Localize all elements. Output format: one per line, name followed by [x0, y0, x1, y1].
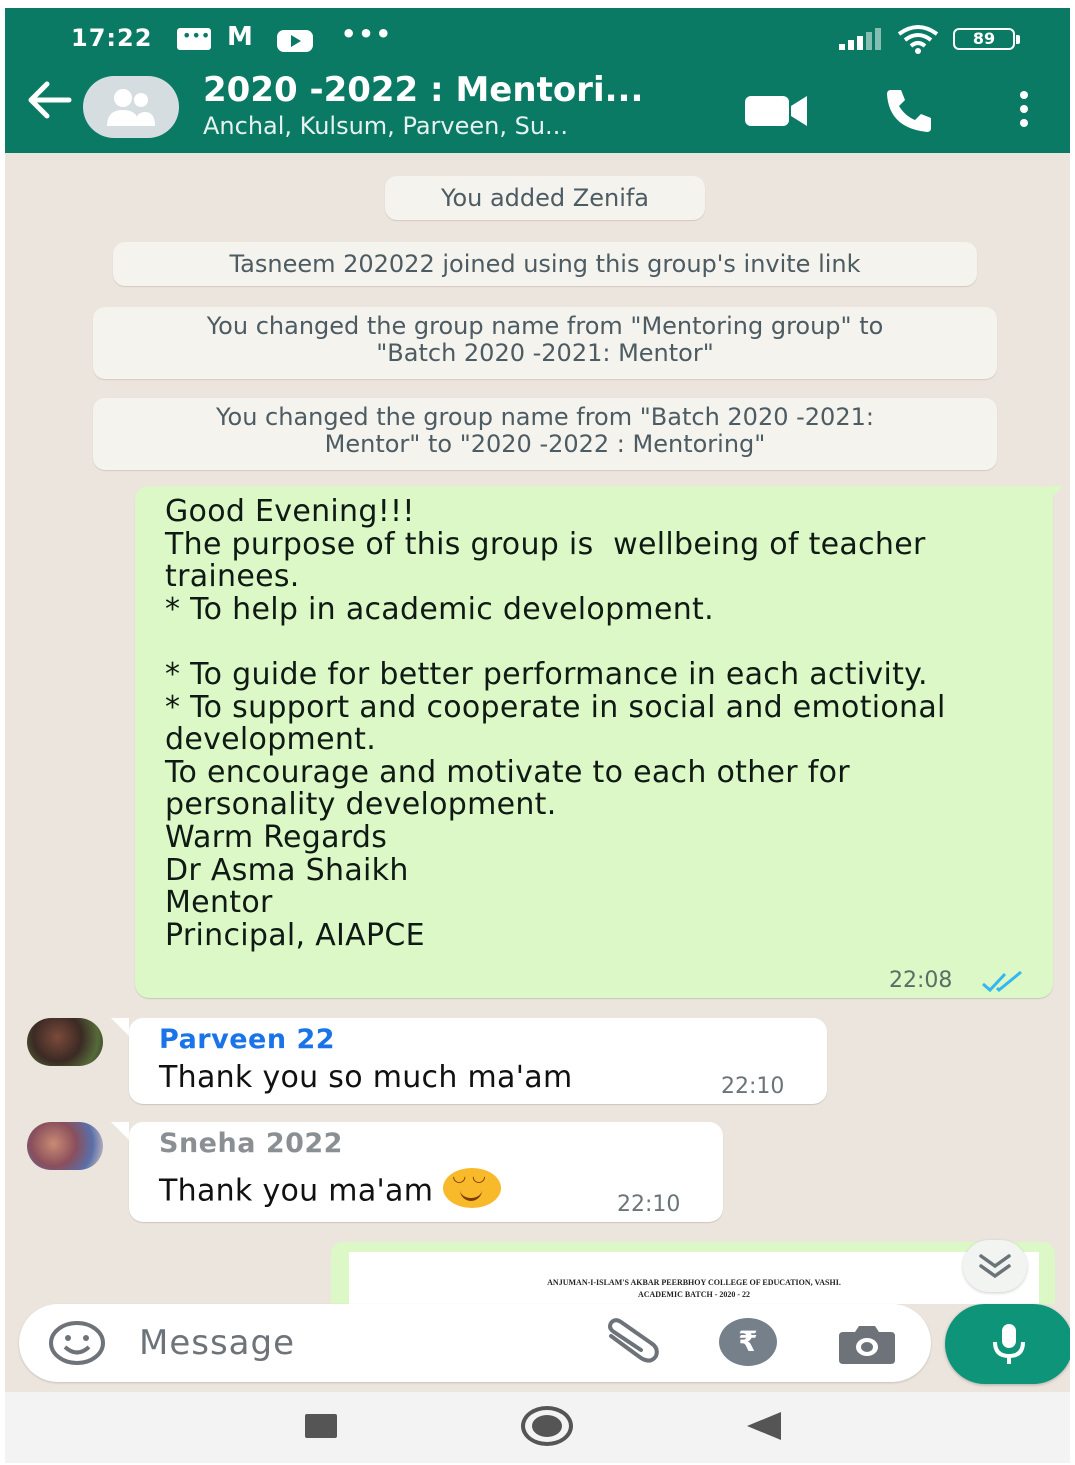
- app-header: 17:22 M ••• 89 2020 -2022 : Mentori... A…: [5, 8, 1070, 153]
- system-nav-bar: [5, 1392, 1070, 1463]
- system-message: You changed the group name from "Mentori…: [93, 307, 997, 379]
- voice-call-icon[interactable]: [883, 86, 935, 134]
- message-time: 22:10: [617, 1192, 681, 1217]
- chat-title[interactable]: 2020 -2022 : Mentori...: [203, 70, 643, 110]
- camera-icon[interactable]: [837, 1320, 897, 1366]
- arrow-left-icon[interactable]: [25, 80, 75, 130]
- message-text: Thank you so much ma'am: [159, 1060, 573, 1095]
- whatsapp-screen: 17:22 M ••• 89 2020 -2022 : Mentori... A…: [5, 8, 1070, 1463]
- message-text: Good Evening!!! The purpose of this grou…: [165, 494, 946, 953]
- more-vert-icon[interactable]: [1011, 88, 1037, 132]
- chat-participants[interactable]: Anchal, Kulsum, Parveen, Su...: [203, 112, 568, 140]
- more-notifications-icon: •••: [341, 20, 394, 48]
- outgoing-message[interactable]: Good Evening!!! The purpose of this grou…: [135, 486, 1053, 998]
- system-message: You changed the group name from "Batch 2…: [93, 398, 997, 470]
- message-composer: ₹: [19, 1304, 931, 1382]
- message-icon: [177, 26, 211, 50]
- document-heading: ANJUMAN-I-ISLAM'S AKBAR PEERBHOY COLLEGE…: [547, 1278, 841, 1287]
- incoming-message[interactable]: Parveen 22 Thank you so much ma'am 22:10: [129, 1018, 827, 1104]
- group-icon: [107, 89, 155, 126]
- message-input[interactable]: [139, 1316, 579, 1370]
- incoming-message[interactable]: Sneha 2022 Thank you ma'am 22:10: [129, 1122, 723, 1222]
- sender-name[interactable]: Sneha 2022: [159, 1128, 343, 1159]
- message-time: 22:08: [889, 968, 953, 993]
- system-message: You added Zenifa: [385, 176, 705, 220]
- double-check-read-icon: [981, 970, 1027, 994]
- status-time: 17:22: [71, 24, 153, 52]
- gmail-icon: M: [227, 22, 253, 52]
- video-call-icon[interactable]: [743, 90, 811, 130]
- wifi-icon: [897, 24, 939, 61]
- back-icon[interactable]: [747, 1412, 781, 1440]
- document-message[interactable]: ANJUMAN-I-ISLAM'S AKBAR PEERBHOY COLLEGE…: [331, 1242, 1055, 1304]
- bubble-tail: [111, 1018, 129, 1036]
- mic-icon: [993, 1324, 1025, 1364]
- double-chevron-down-icon[interactable]: [963, 1240, 1027, 1292]
- document-subheading: ACADEMIC BATCH - 2020 - 22: [637, 1290, 751, 1299]
- avatar[interactable]: [27, 1122, 103, 1170]
- mic-button[interactable]: [945, 1304, 1070, 1384]
- signal-icon: [839, 28, 885, 50]
- payment-icon[interactable]: ₹: [719, 1318, 777, 1366]
- emoji-icon[interactable]: [47, 1320, 107, 1366]
- attach-icon[interactable]: [601, 1318, 661, 1368]
- recent-apps-icon[interactable]: [305, 1414, 337, 1438]
- smiling-face-icon: [443, 1166, 502, 1208]
- message-time: 22:10: [721, 1074, 785, 1099]
- bubble-tail: [111, 1122, 129, 1140]
- avatar[interactable]: [27, 1018, 103, 1066]
- battery-icon: 89: [953, 28, 1020, 50]
- message-text: Thank you ma'am: [159, 1173, 434, 1209]
- document-thumbnail: ANJUMAN-I-ISLAM'S AKBAR PEERBHOY COLLEGE…: [349, 1252, 1039, 1304]
- group-avatar[interactable]: [83, 76, 179, 138]
- system-message: Tasneem 202022 joined using this group's…: [113, 242, 977, 286]
- sender-name[interactable]: Parveen 22: [159, 1024, 335, 1055]
- youtube-icon: [277, 30, 313, 52]
- message-text-row: Thank you ma'am: [159, 1166, 502, 1212]
- home-icon[interactable]: [521, 1406, 573, 1446]
